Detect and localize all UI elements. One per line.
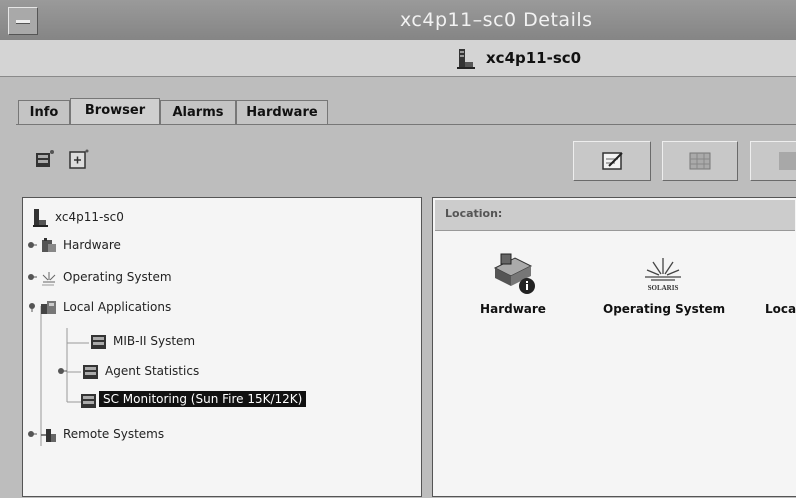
toolbar-button-3[interactable] <box>750 141 796 181</box>
object-operating-system[interactable]: SOLARIS Operating System <box>603 250 726 316</box>
collapsed-icon[interactable] <box>27 429 37 439</box>
solaris-icon <box>42 272 56 286</box>
tree-label-hardware: Hardware <box>63 238 121 252</box>
module-icon <box>81 394 96 408</box>
module-icon <box>91 335 106 349</box>
location-label: Location: <box>445 207 503 220</box>
tree-label-mib2-system: MIB-II System <box>113 334 196 348</box>
content-panel: Location: Hardware SOLARIS Operating Sys… <box>432 197 796 497</box>
solaris-logo-text: SOLARIS <box>648 284 679 292</box>
tree-label-root: xc4p11-sc0 <box>55 210 124 224</box>
module-icon <box>83 365 98 379</box>
edit-icon <box>602 152 623 170</box>
host-name: xc4p11-sc0 <box>486 49 582 67</box>
hardware-icon <box>42 238 56 252</box>
tree-label-remote-systems: Remote Systems <box>63 427 165 441</box>
tree-label-agent-statistics: Agent Statistics <box>105 364 200 378</box>
collapsed-icon[interactable] <box>27 240 37 250</box>
window-titlebar: xc4p11–sc0 Details <box>0 0 796 41</box>
object-hardware[interactable]: Hardware <box>473 250 553 316</box>
window-title: xc4p11–sc0 Details <box>400 9 593 31</box>
server-icon <box>33 209 48 227</box>
solaris-logo-icon: SOLARIS <box>645 258 681 292</box>
browser-icon[interactable] <box>68 148 90 170</box>
expanded-icon[interactable] <box>27 302 37 312</box>
tab-divider <box>16 124 796 125</box>
location-bar: Location: <box>435 200 795 231</box>
object-local-applications[interactable]: Local <box>765 250 796 316</box>
object-label-local: Local <box>765 302 796 316</box>
tab-info[interactable]: Info <box>18 100 70 124</box>
object-label-hardware: Hardware <box>480 302 546 316</box>
collapsed-icon[interactable] <box>57 366 67 376</box>
server-icon <box>457 49 475 69</box>
tab-alarms[interactable]: Alarms <box>160 100 236 124</box>
applications-icon <box>41 301 56 314</box>
collapsed-icon[interactable] <box>27 272 37 282</box>
grid-button[interactable] <box>662 141 738 181</box>
tree-label-local-applications: Local Applications <box>63 300 172 314</box>
tab-browser[interactable]: Browser <box>70 98 160 124</box>
host-bar: xc4p11-sc0 <box>0 40 796 77</box>
hardware-icon <box>493 253 535 294</box>
tab-hardware[interactable]: Hardware <box>236 100 328 124</box>
toolbar-icon-3 <box>779 152 796 170</box>
host-icon[interactable] <box>34 148 56 170</box>
grid-icon <box>689 152 711 170</box>
remote-systems-icon <box>41 429 56 442</box>
tree-label-operating-system: Operating System <box>63 270 172 284</box>
object-icon-placeholder <box>765 250 796 296</box>
edit-button[interactable] <box>573 141 651 181</box>
tree-panel[interactable]: xc4p11-sc0 Hardware Operating System Loc… <box>22 197 422 497</box>
window-menu-button[interactable] <box>8 7 38 35</box>
object-label-operating-system: Operating System <box>603 302 726 316</box>
tree-label-sc-monitoring: SC Monitoring (Sun Fire 15K/12K) <box>99 391 307 407</box>
